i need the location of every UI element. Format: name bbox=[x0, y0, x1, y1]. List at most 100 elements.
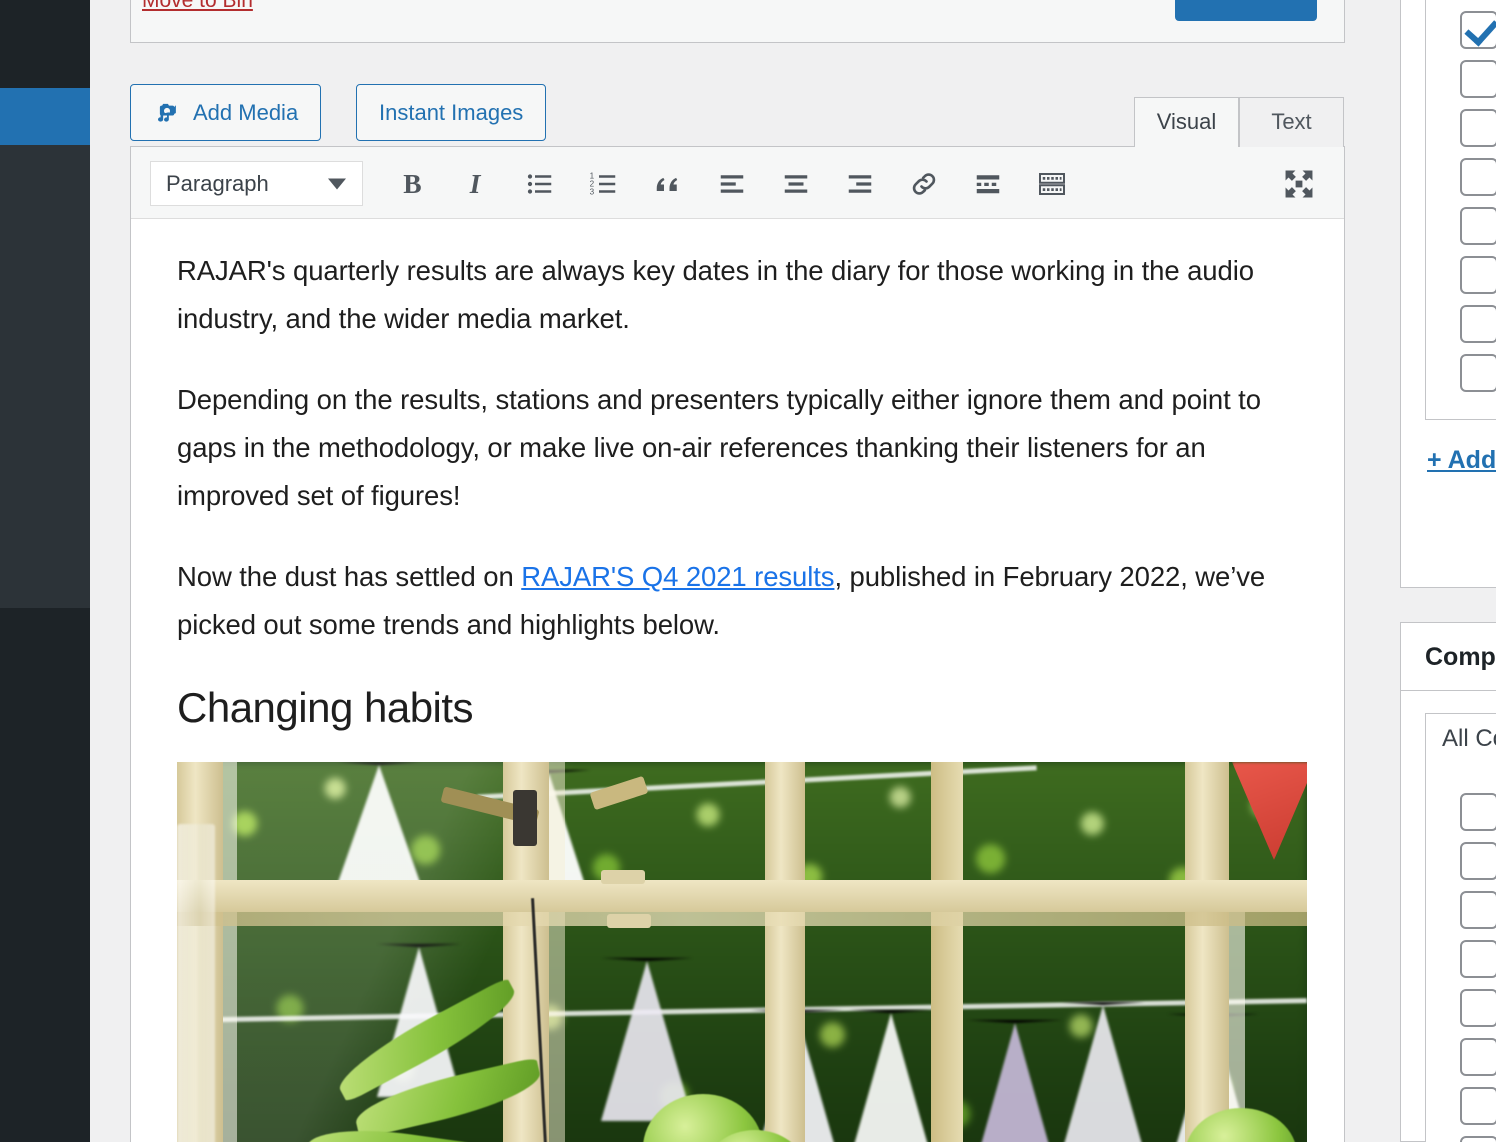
bold-button[interactable]: B bbox=[389, 161, 435, 207]
companies-metabox-title: Compa bbox=[1401, 623, 1496, 691]
checkbox-service-1[interactable] bbox=[1460, 59, 1496, 98]
rajar-results-link[interactable]: RAJAR'S Q4 2021 results bbox=[521, 561, 834, 592]
list-item[interactable]: D bbox=[1460, 1032, 1496, 1081]
paragraph-format-select[interactable]: Paragraph bbox=[150, 161, 363, 206]
align-center-button[interactable] bbox=[773, 161, 819, 207]
checkbox-service-0[interactable] bbox=[1460, 10, 1496, 49]
editor-mode-tabs: Visual Text bbox=[1134, 95, 1344, 148]
publish-metabox: Move to Bin bbox=[130, 0, 1345, 43]
checkbox-service-7[interactable] bbox=[1460, 353, 1496, 392]
post-sidebar-column: All Ser W C C bbox=[1386, 0, 1496, 1142]
list-item[interactable]: M bbox=[1460, 201, 1496, 250]
window-frame-mullion bbox=[931, 762, 963, 1142]
admin-sidebar-menu bbox=[0, 0, 100, 1142]
window-bracket-icon bbox=[601, 870, 645, 884]
list-item[interactable]: B bbox=[1460, 885, 1496, 934]
bunting-flag bbox=[1061, 1002, 1145, 1142]
chevron-down-icon bbox=[328, 178, 346, 189]
checkbox-company-2[interactable] bbox=[1460, 890, 1496, 929]
read-more-button[interactable] bbox=[965, 161, 1011, 207]
list-item[interactable]: C bbox=[1460, 934, 1496, 983]
instant-images-button[interactable]: Instant Images bbox=[356, 84, 547, 141]
list-item[interactable]: C bbox=[1460, 299, 1496, 348]
tab-visual[interactable]: Visual bbox=[1134, 97, 1239, 148]
admin-menu-current-item[interactable] bbox=[0, 88, 100, 145]
update-post-button[interactable] bbox=[1175, 0, 1317, 21]
link-button[interactable] bbox=[901, 161, 947, 207]
list-item[interactable]: C bbox=[1460, 983, 1496, 1032]
window-frame-mullion bbox=[549, 762, 565, 1142]
svg-text:B: B bbox=[403, 169, 421, 199]
list-item[interactable]: c bbox=[1460, 1130, 1496, 1142]
window-frame-vertical bbox=[223, 762, 237, 1142]
checkbox-service-6[interactable] bbox=[1460, 304, 1496, 343]
checkbox-service-2[interactable] bbox=[1460, 108, 1496, 147]
checkbox-company-0[interactable] bbox=[1460, 792, 1496, 831]
content-paragraph-1: RAJAR's quarterly results are always key… bbox=[177, 255, 1254, 334]
checkbox-company-1[interactable] bbox=[1460, 841, 1496, 880]
editor-content-area[interactable]: RAJAR's quarterly results are always key… bbox=[131, 219, 1344, 1142]
list-item[interactable]: A bbox=[1460, 836, 1496, 885]
list-item[interactable]: P bbox=[1460, 348, 1496, 397]
list-item[interactable]: C bbox=[1460, 54, 1496, 103]
paragraph-3-lead-text: Now the dust has settled on bbox=[177, 561, 522, 592]
checkbox-service-3[interactable] bbox=[1460, 157, 1496, 196]
bunting-flag-purple bbox=[967, 1020, 1063, 1142]
add-media-button-label: Add Media bbox=[193, 99, 299, 125]
companies-checklist: A A B C C bbox=[1425, 764, 1496, 1142]
svg-text:3: 3 bbox=[590, 188, 595, 197]
checkbox-company-5[interactable] bbox=[1460, 1037, 1496, 1076]
tab-all-companies[interactable]: All Co bbox=[1425, 713, 1496, 765]
companies-taxonomy-tabs: All Co bbox=[1425, 713, 1496, 765]
window-frame-mullion bbox=[765, 762, 805, 1142]
content-image-window-bunting[interactable] bbox=[177, 762, 1307, 1142]
services-metabox-inner: All Ser W C C bbox=[1401, 0, 1496, 475]
services-checklist: W C C C M bbox=[1425, 0, 1496, 420]
content-paragraph-3: Now the dust has settled on RAJAR'S Q4 2… bbox=[177, 553, 1298, 649]
admin-menu-section-top bbox=[0, 0, 90, 88]
bunting-flag bbox=[849, 1010, 933, 1142]
publish-metabox-actions: Move to Bin bbox=[131, 0, 1344, 21]
tinymce-editor: Visual Text Paragraph B I 1 2 3 RAJAR's … bbox=[130, 97, 1345, 1142]
window-frame-mullion bbox=[1185, 762, 1229, 1142]
list-item[interactable]: A bbox=[1460, 787, 1496, 836]
content-paragraph-2: Depending on the results, stations and p… bbox=[177, 384, 1261, 511]
numbered-list-button[interactable]: 1 2 3 bbox=[581, 161, 627, 207]
window-frame-rail-shadow bbox=[177, 912, 1307, 926]
glass-vase bbox=[177, 824, 215, 1142]
tab-text[interactable]: Text bbox=[1239, 97, 1344, 147]
fullscreen-toggle-button[interactable] bbox=[1276, 161, 1322, 207]
checkbox-company-6[interactable] bbox=[1460, 1086, 1496, 1125]
align-left-button[interactable] bbox=[709, 161, 755, 207]
list-item[interactable]: C bbox=[1460, 152, 1496, 201]
move-to-bin-link[interactable]: Move to Bin bbox=[142, 0, 253, 13]
window-frame-mullion bbox=[1229, 892, 1245, 1142]
align-right-button[interactable] bbox=[837, 161, 883, 207]
toolbar-toggle-button[interactable] bbox=[1029, 161, 1075, 207]
checkbox-company-7[interactable] bbox=[1460, 1135, 1496, 1142]
admin-menu-section-bottom bbox=[0, 608, 90, 1142]
list-item[interactable]: W bbox=[1460, 5, 1496, 54]
checkbox-company-3[interactable] bbox=[1460, 939, 1496, 978]
services-taxonomy-metabox: All Ser W C C bbox=[1400, 0, 1496, 588]
paragraph-format-value: Paragraph bbox=[166, 171, 269, 196]
bunting-flag bbox=[601, 958, 693, 1121]
italic-button[interactable]: I bbox=[453, 161, 499, 207]
companies-taxonomy-metabox: Compa All Co A A B bbox=[1400, 622, 1496, 1142]
wordpress-post-editor-screen: Move to Bin Add Media Instant Images Vis… bbox=[0, 0, 1496, 1142]
list-item[interactable]: o bbox=[1460, 1081, 1496, 1130]
add-new-service-link[interactable]: + Add n bbox=[1425, 446, 1496, 475]
checkbox-company-4[interactable] bbox=[1460, 988, 1496, 1027]
svg-text:I: I bbox=[469, 169, 482, 199]
add-media-button[interactable]: Add Media bbox=[130, 84, 322, 141]
bulleted-list-button[interactable] bbox=[517, 161, 563, 207]
checkbox-service-5[interactable] bbox=[1460, 255, 1496, 294]
camera-music-icon bbox=[153, 99, 181, 127]
window-frame-rail bbox=[177, 880, 1307, 912]
checkbox-service-4[interactable] bbox=[1460, 206, 1496, 245]
list-item[interactable]: C bbox=[1460, 103, 1496, 152]
content-heading-changing-habits: Changing habits bbox=[177, 684, 474, 731]
window-bracket-icon bbox=[607, 914, 651, 928]
list-item[interactable]: M bbox=[1460, 250, 1496, 299]
blockquote-button[interactable] bbox=[645, 161, 691, 207]
